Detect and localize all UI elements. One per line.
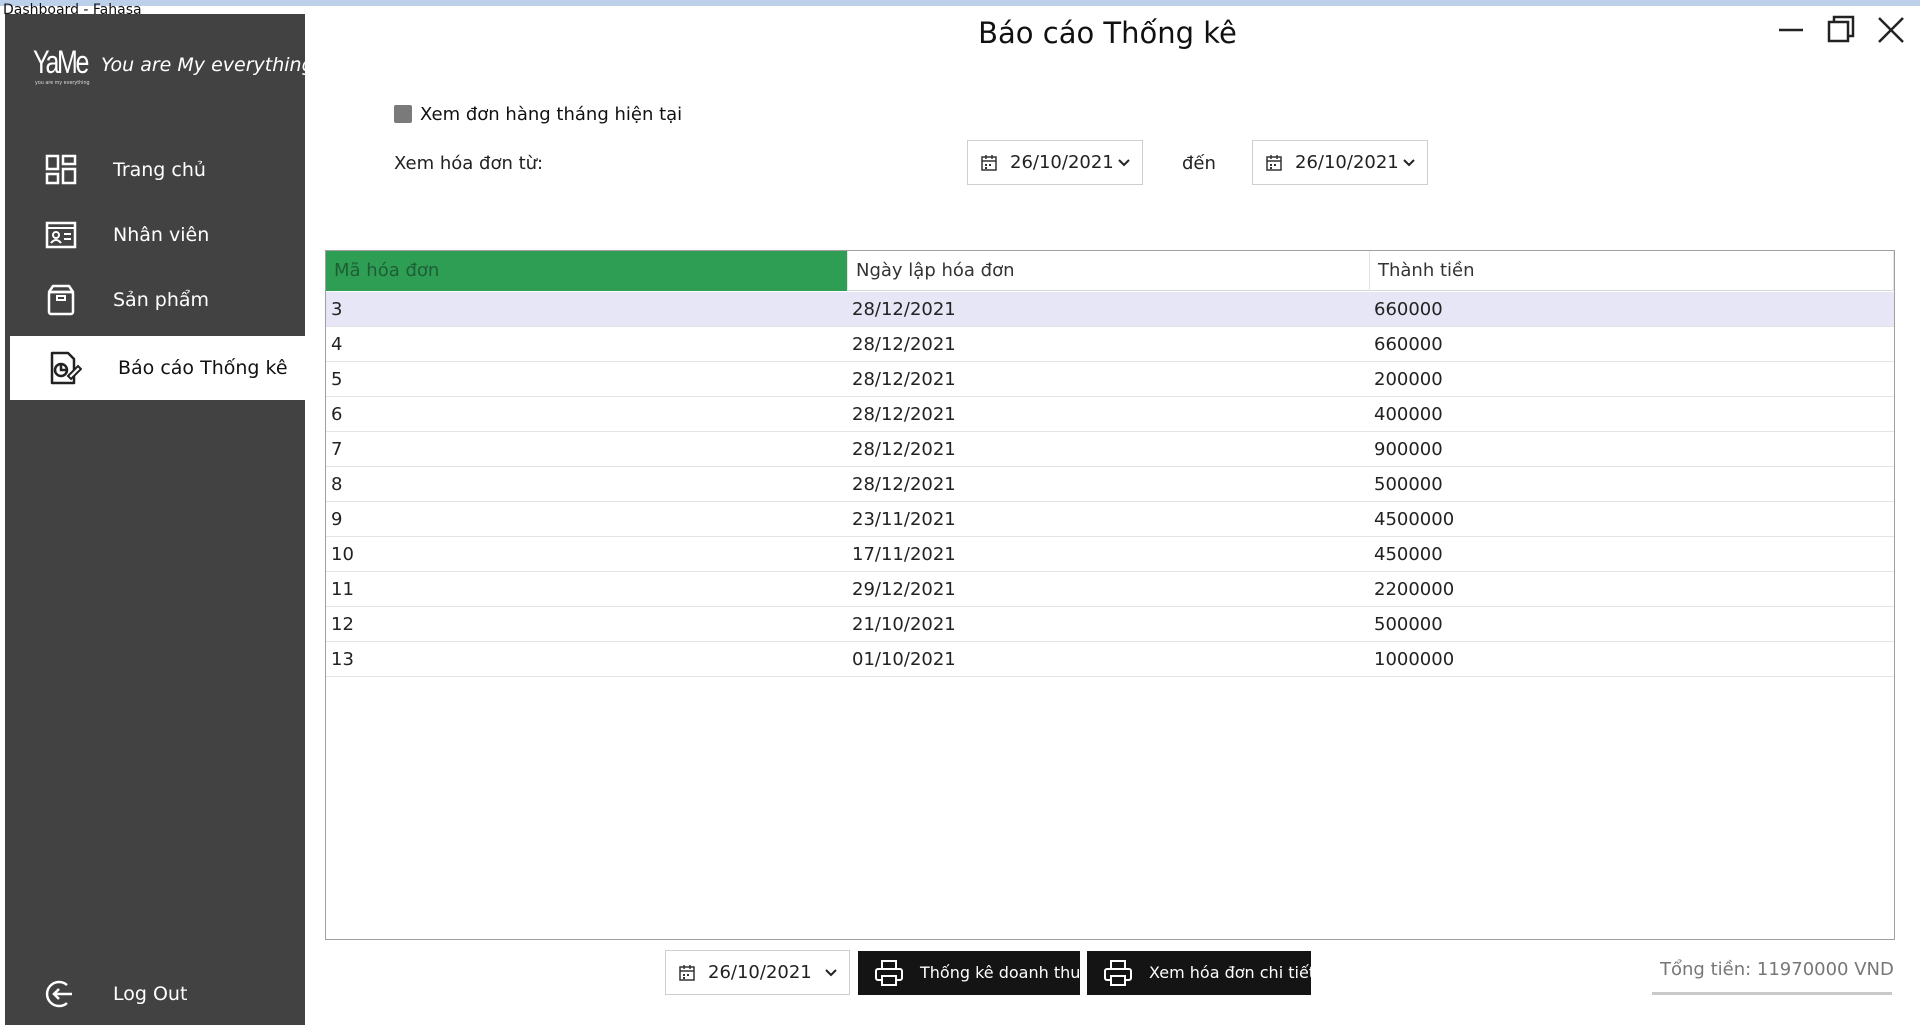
table-row[interactable]: 10 17/11/2021 450000 xyxy=(326,537,1894,572)
cell-date: 28/12/2021 xyxy=(852,439,956,460)
cell-invoice-id: 8 xyxy=(331,474,343,495)
cell-date: 28/12/2021 xyxy=(852,299,956,320)
invoice-table: Mã hóa đơn Ngày lập hóa đơn Thành tiền 3… xyxy=(325,250,1895,940)
revenue-report-button[interactable]: Thống kê doanh thu xyxy=(858,951,1080,995)
table-row[interactable]: 7 28/12/2021 900000 xyxy=(326,432,1894,467)
dashboard-icon xyxy=(45,154,77,185)
cell-amount: 660000 xyxy=(1374,299,1443,320)
slogan: You are My everything xyxy=(101,54,314,76)
logo: YaMe you are my everything xyxy=(33,44,90,94)
to-date-picker[interactable]: 26/10/2021 xyxy=(1252,140,1428,185)
sidebar-item-home[interactable]: Trang chủ xyxy=(5,138,305,202)
cell-date: 21/10/2021 xyxy=(852,614,956,635)
sidebar-item-products[interactable]: Sản phẩm xyxy=(5,268,305,332)
printer-icon xyxy=(1104,960,1132,986)
cell-date: 23/11/2021 xyxy=(852,509,956,530)
report-icon xyxy=(50,351,82,385)
report-date-value: 26/10/2021 xyxy=(708,962,812,983)
from-date-picker[interactable]: 26/10/2021 xyxy=(967,140,1143,185)
cell-amount: 500000 xyxy=(1374,474,1443,495)
app-window: Dashboard - Fahasa YaMe you are my every… xyxy=(0,0,1920,1030)
calendar-icon xyxy=(679,965,695,981)
cell-invoice-id: 4 xyxy=(331,334,343,355)
sidebar-item-reports[interactable]: Báo cáo Thống kê xyxy=(10,336,305,400)
sidebar-item-label: Báo cáo Thống kê xyxy=(118,357,288,379)
column-header-invoice-id[interactable]: Mã hóa đơn xyxy=(326,251,848,291)
column-header-date[interactable]: Ngày lập hóa đơn xyxy=(848,251,1370,291)
sidebar: YaMe you are my everything You are My ev… xyxy=(5,14,314,1026)
chevron-down-icon xyxy=(825,969,837,977)
from-date-value: 26/10/2021 xyxy=(1010,152,1114,173)
total-underline xyxy=(1652,992,1892,995)
cell-amount: 500000 xyxy=(1374,614,1443,635)
cell-date: 28/12/2021 xyxy=(852,334,956,355)
table-row[interactable]: 12 21/10/2021 500000 xyxy=(326,607,1894,642)
sidebar-item-label: Sản phẩm xyxy=(113,289,210,311)
printer-icon xyxy=(875,960,903,986)
chevron-down-icon xyxy=(1403,159,1415,167)
cell-invoice-id: 3 xyxy=(331,299,343,320)
current-month-label: Xem đơn hàng tháng hiện tại xyxy=(420,104,683,125)
table-row[interactable]: 4 28/12/2021 660000 xyxy=(326,327,1894,362)
table-header: Mã hóa đơn Ngày lập hóa đơn Thành tiền xyxy=(326,251,1894,291)
logout-icon xyxy=(45,980,72,1008)
cell-amount: 200000 xyxy=(1374,369,1443,390)
cell-date: 01/10/2021 xyxy=(852,649,956,670)
invoice-detail-label: Xem hóa đơn chi tiết xyxy=(1149,963,1316,982)
logout-label: Log Out xyxy=(113,983,188,1005)
sidebar-item-employees[interactable]: Nhân viên xyxy=(5,203,305,267)
close-icon[interactable] xyxy=(1871,10,1911,50)
cell-amount: 660000 xyxy=(1374,334,1443,355)
cell-amount: 450000 xyxy=(1374,544,1443,565)
cell-invoice-id: 5 xyxy=(331,369,343,390)
sidebar-item-label: Nhân viên xyxy=(113,224,210,246)
calendar-icon xyxy=(1266,155,1282,171)
logo-text: YaMe xyxy=(33,44,89,80)
table-row[interactable]: 13 01/10/2021 1000000 xyxy=(326,642,1894,677)
from-date-label: Xem hóa đơn từ: xyxy=(394,153,544,174)
brand: YaMe you are my everything You are My ev… xyxy=(5,14,314,124)
column-header-amount[interactable]: Thành tiền xyxy=(1370,251,1894,291)
employee-card-icon xyxy=(45,221,77,249)
cell-date: 28/12/2021 xyxy=(852,404,956,425)
cell-invoice-id: 12 xyxy=(331,614,354,635)
cell-amount: 400000 xyxy=(1374,404,1443,425)
cell-invoice-id: 6 xyxy=(331,404,343,425)
invoice-detail-button[interactable]: Xem hóa đơn chi tiết xyxy=(1087,951,1315,995)
maximize-icon[interactable] xyxy=(1821,10,1861,50)
cell-amount: 4500000 xyxy=(1374,509,1455,530)
box-icon xyxy=(47,284,75,316)
chevron-down-icon xyxy=(1118,159,1130,167)
to-date-value: 26/10/2021 xyxy=(1295,152,1399,173)
table-row[interactable]: 11 29/12/2021 2200000 xyxy=(326,572,1894,607)
to-date-label: đến xyxy=(1182,153,1216,174)
logout-button[interactable]: Log Out xyxy=(5,962,305,1026)
total-amount: Tổng tiền: 11970000 VND xyxy=(1660,959,1894,980)
cell-date: 28/12/2021 xyxy=(852,474,956,495)
table-row[interactable]: 3 28/12/2021 660000 xyxy=(326,292,1894,327)
logo-tagline: you are my everything xyxy=(35,80,90,86)
minimize-icon[interactable] xyxy=(1771,10,1811,50)
cell-amount: 2200000 xyxy=(1374,579,1455,600)
sidebar-item-label: Trang chủ xyxy=(113,159,206,181)
table-row[interactable]: 9 23/11/2021 4500000 xyxy=(326,502,1894,537)
revenue-report-label: Thống kê doanh thu xyxy=(920,963,1081,982)
cell-invoice-id: 10 xyxy=(331,544,354,565)
table-row[interactable]: 6 28/12/2021 400000 xyxy=(326,397,1894,432)
report-date-picker[interactable]: 26/10/2021 xyxy=(665,950,850,995)
cell-invoice-id: 13 xyxy=(331,649,354,670)
cell-date: 28/12/2021 xyxy=(852,369,956,390)
cell-invoice-id: 7 xyxy=(331,439,343,460)
cell-date: 17/11/2021 xyxy=(852,544,956,565)
current-month-checkbox[interactable] xyxy=(394,105,412,123)
table-row[interactable]: 5 28/12/2021 200000 xyxy=(326,362,1894,397)
table-row[interactable]: 8 28/12/2021 500000 xyxy=(326,467,1894,502)
calendar-icon xyxy=(981,155,997,171)
cell-invoice-id: 11 xyxy=(331,579,354,600)
cell-date: 29/12/2021 xyxy=(852,579,956,600)
title-bar xyxy=(0,0,1920,6)
cell-amount: 900000 xyxy=(1374,439,1443,460)
cell-amount: 1000000 xyxy=(1374,649,1455,670)
cell-invoice-id: 9 xyxy=(331,509,343,530)
